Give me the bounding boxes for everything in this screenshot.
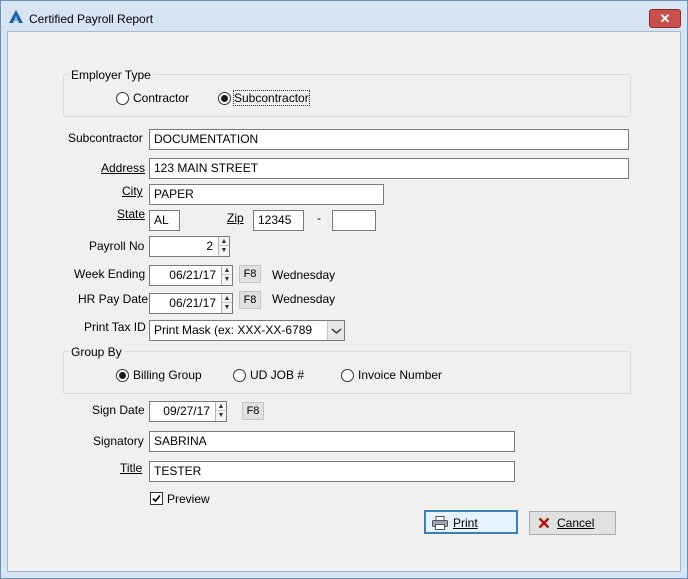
payroll-no-label: Payroll No: [89, 239, 145, 253]
print-button[interactable]: Print: [424, 510, 518, 534]
zip-label: Zip: [227, 211, 244, 225]
zip-separator: -: [317, 211, 321, 225]
subcontractor-input[interactable]: DOCUMENTATION: [149, 129, 629, 150]
billing-group-label[interactable]: Billing Group: [133, 368, 202, 382]
week-ending-f8-button[interactable]: F8: [239, 265, 261, 283]
cancel-button-label: Cancel: [557, 516, 595, 530]
state-label: State: [117, 207, 146, 221]
week-ending-value: 06/21/17: [169, 268, 216, 282]
spin-up-icon[interactable]: ▲: [219, 237, 229, 246]
sign-date-value: 09/27/17: [163, 404, 210, 418]
spin-up-icon[interactable]: ▲: [222, 294, 232, 303]
employer-type-label: Employer Type: [69, 68, 153, 82]
contractor-radio[interactable]: [116, 92, 129, 105]
print-button-label: Print: [453, 516, 478, 530]
spin-up-icon[interactable]: ▲: [216, 402, 226, 411]
week-ending-spinner[interactable]: ▲ ▼: [221, 266, 232, 285]
subcontractor-label[interactable]: Subcontractor: [233, 90, 310, 106]
sign-date-f8-button[interactable]: F8: [242, 402, 264, 420]
spin-up-icon[interactable]: ▲: [222, 266, 232, 275]
hr-pay-date-day: Wednesday: [272, 292, 336, 306]
sign-date-spinner[interactable]: ▲ ▼: [215, 402, 226, 421]
print-tax-id-label: Print Tax ID: [84, 320, 146, 334]
cancel-button[interactable]: Cancel: [529, 511, 616, 535]
signatory-label: Signatory: [93, 434, 144, 448]
hr-pay-date-spinner[interactable]: ▲ ▼: [221, 294, 232, 313]
chevron-down-icon: [331, 328, 342, 335]
dialog-body: Employer Type Contractor Subcontractor S…: [7, 31, 681, 572]
print-tax-id-dropdown[interactable]: [327, 321, 344, 340]
checkmark-icon: [152, 494, 161, 503]
zip-ext-input[interactable]: [332, 210, 376, 231]
signatory-input[interactable]: SABRINA: [149, 431, 515, 452]
week-ending-day: Wednesday: [272, 268, 336, 282]
city-label: City: [122, 184, 143, 198]
spin-down-icon[interactable]: ▼: [219, 246, 229, 255]
print-tax-id-value: Print Mask (ex: XXX-XX-6789: [154, 323, 313, 337]
city-input[interactable]: PAPER: [149, 184, 384, 205]
zip-input[interactable]: 12345: [253, 210, 304, 231]
hr-pay-date-f8-button[interactable]: F8: [239, 291, 261, 309]
spin-down-icon[interactable]: ▼: [222, 303, 232, 312]
state-input[interactable]: AL: [149, 210, 180, 231]
contractor-label[interactable]: Contractor: [133, 91, 189, 105]
app-logo-icon: [9, 10, 23, 23]
spin-down-icon[interactable]: ▼: [216, 411, 226, 420]
address-input[interactable]: 123 MAIN STREET: [149, 158, 629, 179]
print-tax-id-select[interactable]: Print Mask (ex: XXX-XX-6789: [149, 320, 345, 341]
title-bar[interactable]: Certified Payroll Report ✕: [1, 1, 687, 31]
subcontractor-field-label: Subcontractor: [68, 131, 143, 145]
dialog-window: Certified Payroll Report ✕ Employer Type…: [0, 0, 688, 579]
week-ending-label: Week Ending: [74, 267, 146, 281]
address-label: Address: [101, 161, 146, 175]
payroll-no-value: 2: [206, 239, 213, 253]
ud-job-radio[interactable]: [233, 369, 246, 382]
invoice-number-label[interactable]: Invoice Number: [358, 368, 442, 382]
group-by-label: Group By: [69, 345, 124, 359]
title-input[interactable]: TESTER: [149, 461, 515, 482]
printer-icon: [432, 516, 448, 530]
spin-down-icon[interactable]: ▼: [222, 275, 232, 284]
billing-group-radio[interactable]: [116, 369, 129, 382]
preview-label[interactable]: Preview: [167, 492, 210, 506]
preview-checkbox[interactable]: [150, 492, 163, 505]
subcontractor-radio[interactable]: [218, 92, 231, 105]
payroll-no-spinner[interactable]: ▲ ▼: [218, 237, 229, 256]
close-x-icon: [538, 517, 550, 529]
ud-job-label[interactable]: UD JOB #: [250, 368, 304, 382]
window-title: Certified Payroll Report: [29, 12, 154, 26]
title-label: Title: [120, 461, 143, 475]
close-button[interactable]: ✕: [649, 9, 681, 28]
invoice-number-radio[interactable]: [341, 369, 354, 382]
sign-date-label: Sign Date: [92, 403, 145, 417]
hr-pay-date-label: HR Pay Date: [78, 292, 149, 306]
hr-pay-date-value: 06/21/17: [169, 296, 216, 310]
